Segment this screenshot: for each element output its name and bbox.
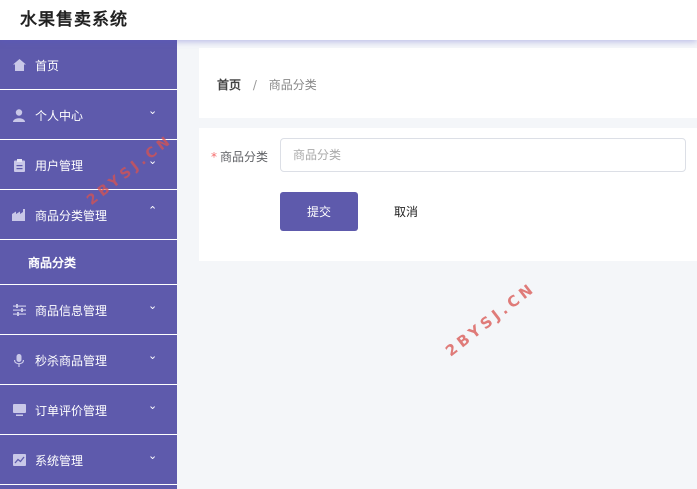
- chevron-up-icon: ⌃: [148, 204, 158, 217]
- breadcrumb: 首页 / 商品分类: [217, 76, 317, 93]
- sidebar-item-label: 商品分类管理: [35, 209, 108, 223]
- form-card: *商品分类 提交 取消: [199, 128, 697, 261]
- sidebar-item-personal-center[interactable]: 个人中心 ⌄: [0, 90, 177, 140]
- sidebar-item-product-management[interactable]: 商品信息管理 ⌄: [0, 285, 177, 335]
- sidebar-item-label: 用户管理: [35, 159, 84, 173]
- app-title: 水果售卖系统: [20, 10, 128, 30]
- sidebar: 首页 个人中心 ⌄ 用户管理 ⌄ 商品分类管理 ⌃ 商品分类 商品信息管理 ⌄: [0, 40, 177, 489]
- breadcrumb-card: 首页 / 商品分类: [199, 48, 697, 118]
- sidebar-item-label: 首页: [35, 59, 60, 73]
- chevron-down-icon: ⌄: [148, 349, 158, 362]
- sidebar-item-label: 个人中心: [35, 109, 84, 123]
- sidebar-item-home[interactable]: 首页: [0, 40, 177, 90]
- breadcrumb-separator: /: [252, 78, 257, 92]
- sidebar-item-label: 商品信息管理: [35, 304, 108, 318]
- factory-icon: [12, 208, 26, 222]
- user-icon: [12, 108, 26, 122]
- cancel-button[interactable]: 取消: [367, 192, 445, 231]
- chevron-down-icon: ⌄: [148, 299, 158, 312]
- category-field-label: * 商品分类: [211, 148, 268, 165]
- microphone-icon: [12, 353, 26, 367]
- sidebar-subitem-label: 商品分类: [28, 256, 77, 270]
- watermark: 2BYSJ.CN: [442, 278, 540, 361]
- home-icon: [12, 58, 26, 72]
- sidebar-item-review-management[interactable]: 订单评价管理 ⌄: [0, 385, 177, 435]
- sidebar-subitem-category[interactable]: 商品分类: [0, 240, 177, 285]
- category-label-text: 商品分类: [220, 150, 269, 164]
- chart-icon: [12, 453, 26, 467]
- chevron-down-icon: ⌄: [148, 104, 158, 117]
- sliders-icon: [12, 303, 26, 317]
- category-input[interactable]: [280, 138, 686, 172]
- monitor-icon: [12, 403, 26, 417]
- sidebar-item-flash-sale-management[interactable]: 秒杀商品管理 ⌄: [0, 335, 177, 385]
- chevron-down-icon: ⌄: [148, 399, 158, 412]
- clipboard-icon: [12, 158, 26, 172]
- breadcrumb-current: 商品分类: [268, 78, 317, 92]
- sidebar-item-label: 秒杀商品管理: [35, 354, 108, 368]
- chevron-down-icon: ⌄: [148, 449, 158, 462]
- breadcrumb-home[interactable]: 首页: [217, 78, 241, 92]
- sidebar-item-label: 订单评价管理: [35, 404, 108, 418]
- required-mark: *: [211, 150, 217, 164]
- submit-button[interactable]: 提交: [280, 192, 358, 231]
- sidebar-item-label: 系统管理: [35, 454, 84, 468]
- sidebar-item-system-management[interactable]: 系统管理 ⌄: [0, 435, 177, 485]
- top-header: 水果售卖系统: [0, 0, 697, 40]
